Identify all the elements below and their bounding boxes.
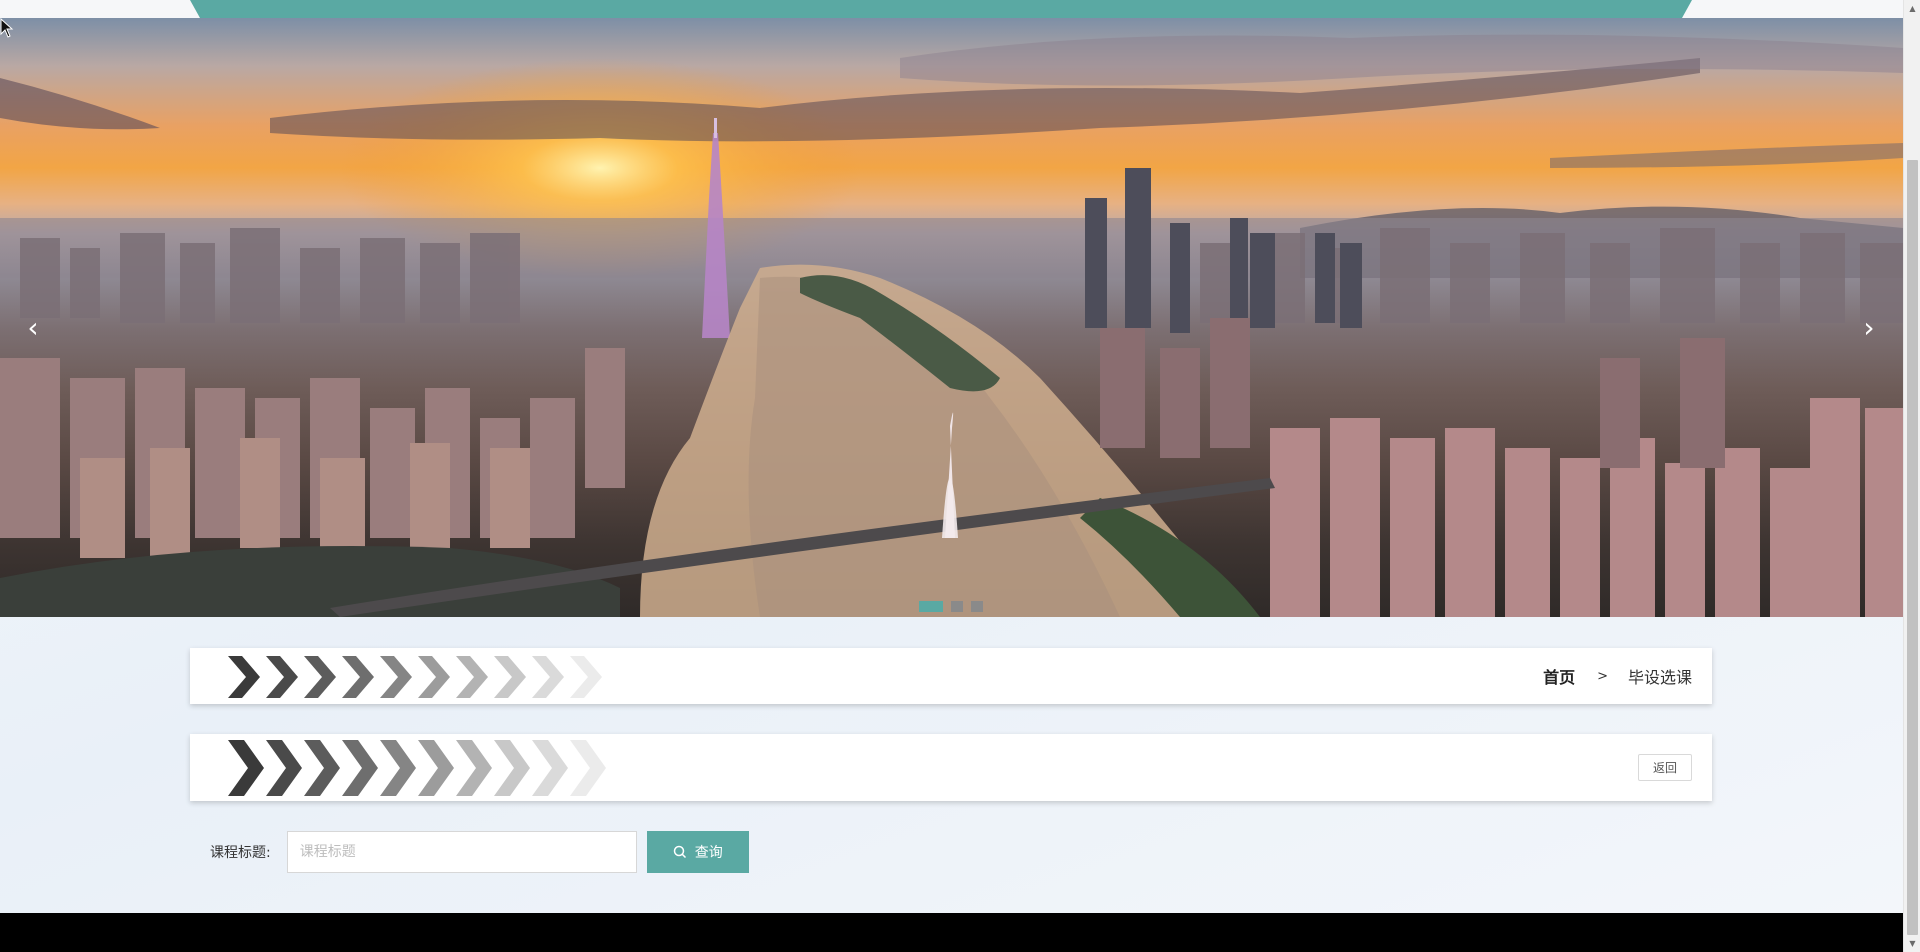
breadcrumb-separator: >: [1597, 668, 1608, 684]
carousel-dot-2[interactable]: [951, 601, 963, 612]
scroll-down-icon[interactable]: ▼: [1904, 935, 1920, 952]
chevron-decoration-icon: [228, 656, 602, 698]
page: ‹ › 首页 > 毕设选课 返回 课程标题: 课程标题 查询: [0, 0, 1903, 913]
scroll-up-icon[interactable]: ▲: [1904, 0, 1920, 17]
vertical-scrollbar[interactable]: ▲ ▼: [1903, 0, 1920, 952]
search-button[interactable]: 查询: [646, 831, 749, 873]
carousel-prev-icon[interactable]: ‹: [18, 308, 48, 348]
search-row: 课程标题: 查询: [210, 831, 749, 873]
breadcrumb-home-link[interactable]: 首页: [1543, 664, 1575, 688]
breadcrumb: 首页 > 毕设选课: [1543, 648, 1692, 704]
scrollbar-thumb[interactable]: [1907, 160, 1918, 935]
search-button-label: 查询: [694, 845, 723, 861]
carousel-next-icon[interactable]: ›: [1854, 308, 1884, 348]
breadcrumb-current: 毕设选课: [1627, 668, 1692, 687]
chevron-decoration-icon: [228, 740, 606, 796]
city-skyline-image: [0, 34, 1903, 617]
footer: [0, 913, 1903, 952]
toolbar-panel: 返回: [190, 734, 1712, 801]
search-label: 课程标题:: [210, 845, 271, 861]
back-button[interactable]: 返回: [1638, 754, 1692, 781]
breadcrumb-panel: 首页 > 毕设选课: [190, 648, 1712, 704]
search-icon: [673, 845, 686, 859]
top-nav-bar: [190, 0, 1692, 18]
carousel-dot-3[interactable]: [971, 601, 983, 612]
mouse-cursor-icon: [0, 18, 14, 38]
banner-carousel[interactable]: ‹ ›: [0, 18, 1903, 617]
carousel-indicators: [919, 601, 983, 612]
carousel-dot-1[interactable]: [919, 601, 943, 612]
course-title-input[interactable]: [286, 831, 637, 873]
